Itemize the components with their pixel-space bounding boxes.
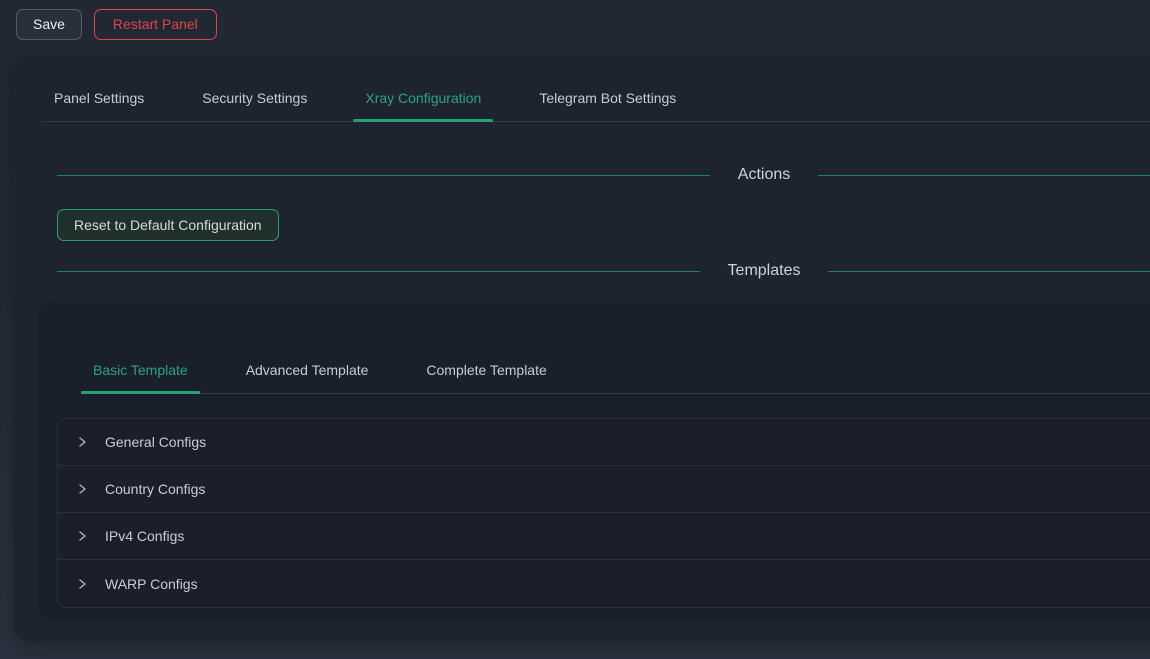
restart-panel-button[interactable]: Restart Panel: [94, 9, 217, 40]
accordion-header-ipv4-configs[interactable]: IPv4 Configs: [58, 513, 1150, 560]
accordion-label: WARP Configs: [105, 576, 198, 592]
actions-divider: Actions: [57, 163, 1150, 187]
accordion-label: General Configs: [105, 434, 206, 450]
templates-card: Basic Template Advanced Template Complet…: [38, 303, 1150, 620]
actions-divider-title: Actions: [738, 166, 790, 184]
accordion-header-general-configs[interactable]: General Configs: [58, 419, 1150, 466]
tab-panel-settings[interactable]: Panel Settings: [42, 79, 156, 121]
tab-telegram-bot-settings[interactable]: Telegram Bot Settings: [527, 79, 688, 121]
chevron-right-icon: [76, 483, 88, 495]
settings-card: Panel Settings Security Settings Xray Co…: [14, 55, 1150, 641]
configs-accordion: General Configs Country Configs IPv4 Con…: [57, 418, 1150, 608]
tab-xray-configuration[interactable]: Xray Configuration: [353, 79, 493, 121]
accordion-label: Country Configs: [105, 481, 205, 497]
accordion-header-warp-configs[interactable]: WARP Configs: [58, 560, 1150, 607]
settings-tabs: Panel Settings Security Settings Xray Co…: [42, 55, 1150, 122]
topbar: Save Restart Panel: [0, 0, 1150, 48]
templates-divider: Templates: [57, 259, 1150, 283]
tab-advanced-template[interactable]: Advanced Template: [234, 351, 381, 393]
tab-security-settings[interactable]: Security Settings: [190, 79, 319, 121]
template-tabs: Basic Template Advanced Template Complet…: [81, 303, 1150, 394]
tab-basic-template[interactable]: Basic Template: [81, 351, 200, 393]
save-button[interactable]: Save: [16, 9, 82, 40]
chevron-right-icon: [76, 578, 88, 590]
chevron-right-icon: [76, 436, 88, 448]
reset-default-configuration-button[interactable]: Reset to Default Configuration: [57, 209, 279, 241]
accordion-header-country-configs[interactable]: Country Configs: [58, 466, 1150, 513]
tab-complete-template[interactable]: Complete Template: [414, 351, 558, 393]
chevron-right-icon: [76, 530, 88, 542]
accordion-label: IPv4 Configs: [105, 528, 184, 544]
templates-divider-title: Templates: [728, 262, 801, 280]
